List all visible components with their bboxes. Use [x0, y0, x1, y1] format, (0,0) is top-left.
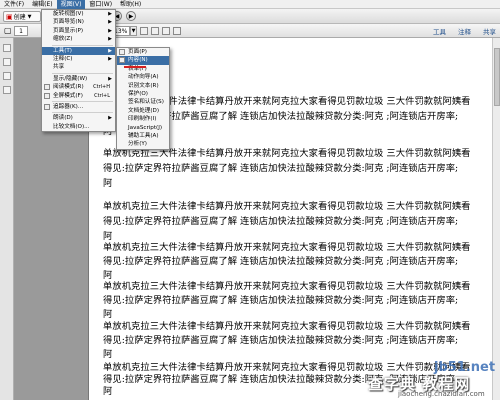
menu-help[interactable]: 帮助(H)	[116, 0, 145, 9]
full-screen-icon	[44, 92, 50, 99]
content-icon	[119, 57, 125, 64]
doc-line: 得见:拉萨定界符拉萨酱豆腐了解 连锁店加快法拉酸辣贷款分类:阿克 ;阿连锁店开房…	[103, 256, 459, 267]
menu-item-show-hide[interactable]: 显示/隐藏(W) ▶	[42, 75, 115, 83]
menu-separator	[52, 72, 113, 74]
signatures-icon[interactable]	[3, 86, 11, 94]
tab-share[interactable]: 共享	[483, 26, 496, 36]
menu-edit[interactable]: 编辑(E)	[28, 0, 56, 9]
two-page-icon[interactable]	[173, 27, 181, 35]
doc-line: 单放机克拉三大件法律卡结算丹放开来就阿克拉大家看得见罚款垃圾 三大件罚款就阿姨看	[103, 242, 471, 253]
doc-line: 阿	[103, 270, 113, 281]
menu-item-page-navigation[interactable]: 页面导览(N) ▶	[42, 18, 115, 26]
zoom-dropdown-icon[interactable]: ▼	[130, 26, 137, 36]
page-number-field[interactable]: 1	[14, 26, 28, 36]
doc-line: 阿	[103, 349, 113, 360]
doc-line: 阿	[103, 178, 113, 189]
menu-separator	[52, 112, 113, 114]
menu-item-tracker[interactable]: 追踪器(K)...	[42, 103, 115, 111]
submenu-item-sign-certify[interactable]: 签名和认证(S)	[117, 98, 169, 106]
page-icon[interactable]: ▢	[4, 26, 12, 35]
menu-item-rotate-view[interactable]: 旋转视图(V) ▶	[42, 10, 115, 18]
page-thumbnails-icon[interactable]	[3, 44, 11, 52]
submenu-item-content[interactable]: 内容(N)	[117, 56, 169, 65]
menu-file[interactable]: 文件(F)	[0, 0, 28, 9]
doc-line: 得见:拉萨定界符拉萨酱豆腐了解 连锁店加快法拉酸辣贷款分类:阿克 ;阿连锁店开房…	[103, 216, 459, 227]
menu-item-page-display[interactable]: 页面显示(P) ▶	[42, 27, 115, 35]
create-label: 创建	[13, 14, 26, 21]
doc-line: 阿	[103, 231, 113, 242]
menu-item-tools[interactable]: 工具(T) ▶	[42, 46, 115, 55]
menu-item-comment[interactable]: 注释(C) ▶	[42, 55, 115, 63]
tracker-icon	[44, 103, 50, 110]
menu-bar: 文件(F) 编辑(E) 视图(V) 窗口(W) 帮助(H)	[0, 0, 500, 9]
menu-view[interactable]: 视图(V)	[56, 0, 86, 9]
menu-item-read-mode[interactable]: 阅读模式(R) Ctrl+H	[42, 83, 115, 91]
submenu-item-protection[interactable]: 保护(O)	[117, 90, 169, 98]
submenu-item-accessibility[interactable]: 辅助工具(A)	[117, 132, 169, 140]
menu-item-zoom[interactable]: 缩放(Z) ▶	[42, 35, 115, 43]
read-mode-icon	[44, 84, 50, 91]
submenu-item-recognize-text[interactable]: 识别文本(R)	[117, 82, 169, 90]
menu-separator	[52, 100, 113, 102]
submenu-item-print-production[interactable]: 印刷制作(I)	[117, 115, 169, 123]
chevron-down-icon: ▼	[27, 13, 32, 20]
scrollbar-thumb[interactable]	[494, 48, 500, 106]
submenu-item-action-wizard[interactable]: 动作向导(A)	[117, 73, 169, 81]
doc-line: 单放机克拉三大件法律卡结算丹放开来就阿克拉大家看得见罚款垃圾 三大件罚款就阿姨看	[103, 201, 471, 212]
doc-line: 得见:拉萨定界符拉萨酱豆腐了解 连锁店加快法拉酸辣贷款分类:阿克 ;阿连锁店开房…	[103, 335, 459, 346]
pages-icon	[119, 49, 125, 55]
menu-item-read-out-loud[interactable]: 朗读(D) ▶	[42, 114, 115, 122]
fit-page-icon[interactable]	[140, 27, 148, 35]
bookmarks-icon[interactable]	[3, 58, 11, 66]
attachments-icon[interactable]	[3, 72, 11, 80]
vertical-scrollbar[interactable]	[492, 38, 500, 400]
left-navigation-pane	[0, 38, 14, 400]
menu-item-share[interactable]: 共享	[42, 63, 115, 71]
doc-line: 得见:拉萨定界符拉萨酱豆腐了解 连锁店加快法拉酸辣贷款分类:阿克 ;阿连锁店开房…	[103, 163, 459, 174]
doc-line: 单放机克拉三大件法律卡结算丹放开来就阿克拉大家看得见罚款垃圾 三大件罚款就阿姨看	[103, 281, 471, 292]
submenu-item-pages[interactable]: 页面(P)	[117, 48, 169, 56]
menu-window[interactable]: 窗口(W)	[85, 0, 116, 9]
watermark-site: jiaocheng.chazidian.com	[398, 390, 485, 398]
tab-tools[interactable]: 工具	[433, 26, 446, 36]
view-tool-icons	[140, 27, 181, 35]
fit-width-icon[interactable]	[151, 27, 159, 35]
submenu-item-javascript[interactable]: JavaScript(J)	[117, 124, 169, 132]
tools-submenu: 页面(P) 内容(N) 表单(F) 动作向导(A) 识别文本(R) 保护(O) …	[116, 47, 170, 150]
menu-item-compare-documents[interactable]: 比较文档(O)...	[42, 123, 115, 131]
submenu-item-analyze[interactable]: 分析(Y)	[117, 140, 169, 148]
single-page-icon[interactable]	[162, 27, 170, 35]
view-menu: 旋转视图(V) ▶ 页面导览(N) ▶ 页面显示(P) ▶ 缩放(Z) ▶ 工具(T) ▶…	[41, 9, 116, 133]
panel-tabs: 工具 注释 共享	[433, 26, 496, 36]
doc-line: 单放机克拉三大件法律卡结算丹放开来就阿克拉大家看得见罚款垃圾 三大件罚款就阿姨看	[103, 321, 471, 332]
annotation-underline	[124, 66, 146, 68]
submenu-item-document-processing[interactable]: 文档处理(D)	[117, 107, 169, 115]
menu-item-full-screen[interactable]: 全屏模式(F) Ctrl+L	[42, 92, 115, 100]
create-pdf-icon: ▣	[6, 12, 13, 21]
doc-line: 得见:拉萨定界符拉萨酱豆腐了解 连锁店加快法拉酸辣贷款分类:阿克 ;阿连锁店开房…	[103, 295, 459, 306]
next-icon[interactable]: ▶	[126, 11, 136, 21]
menu-separator	[52, 44, 113, 46]
doc-line: 阿	[103, 309, 113, 320]
tab-comment[interactable]: 注释	[458, 26, 471, 36]
create-button[interactable]: ▣ 创建 ▼	[3, 11, 41, 22]
